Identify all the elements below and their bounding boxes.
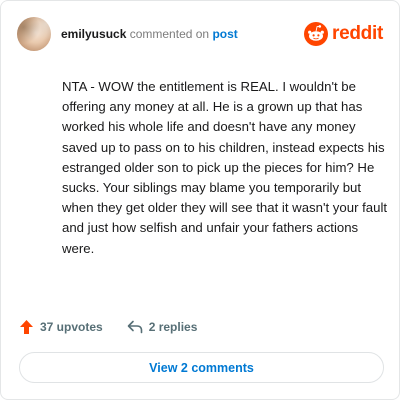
comment-header: emilyusuck commented on post reddit <box>17 17 383 51</box>
commented-on-text: commented on <box>129 27 210 41</box>
comment-card: emilyusuck commented on post reddit NTA … <box>0 0 400 400</box>
post-link[interactable]: post <box>212 27 237 41</box>
reddit-logo-icon <box>304 22 329 46</box>
reddit-brand[interactable]: reddit <box>304 22 383 46</box>
upvote-count: 37 upvotes <box>40 320 103 334</box>
upvote-button[interactable]: 37 upvotes <box>19 319 103 335</box>
upvote-arrow-icon <box>20 320 33 334</box>
view-comments-button[interactable]: View 2 comments <box>19 352 384 383</box>
byline: emilyusuck commented on post <box>61 27 238 41</box>
reply-arrow-icon <box>127 320 143 334</box>
avatar[interactable] <box>17 17 51 51</box>
replies-count: 2 replies <box>148 320 198 334</box>
username-link[interactable]: emilyusuck <box>61 27 126 41</box>
reddit-wordmark: reddit <box>332 23 383 44</box>
replies-button[interactable]: 2 replies <box>127 320 198 334</box>
avatar-image <box>17 17 51 51</box>
comment-actions: 37 upvotes 2 replies <box>19 319 197 335</box>
comment-body: NTA - WOW the entitlement is REAL. I wou… <box>62 79 388 256</box>
